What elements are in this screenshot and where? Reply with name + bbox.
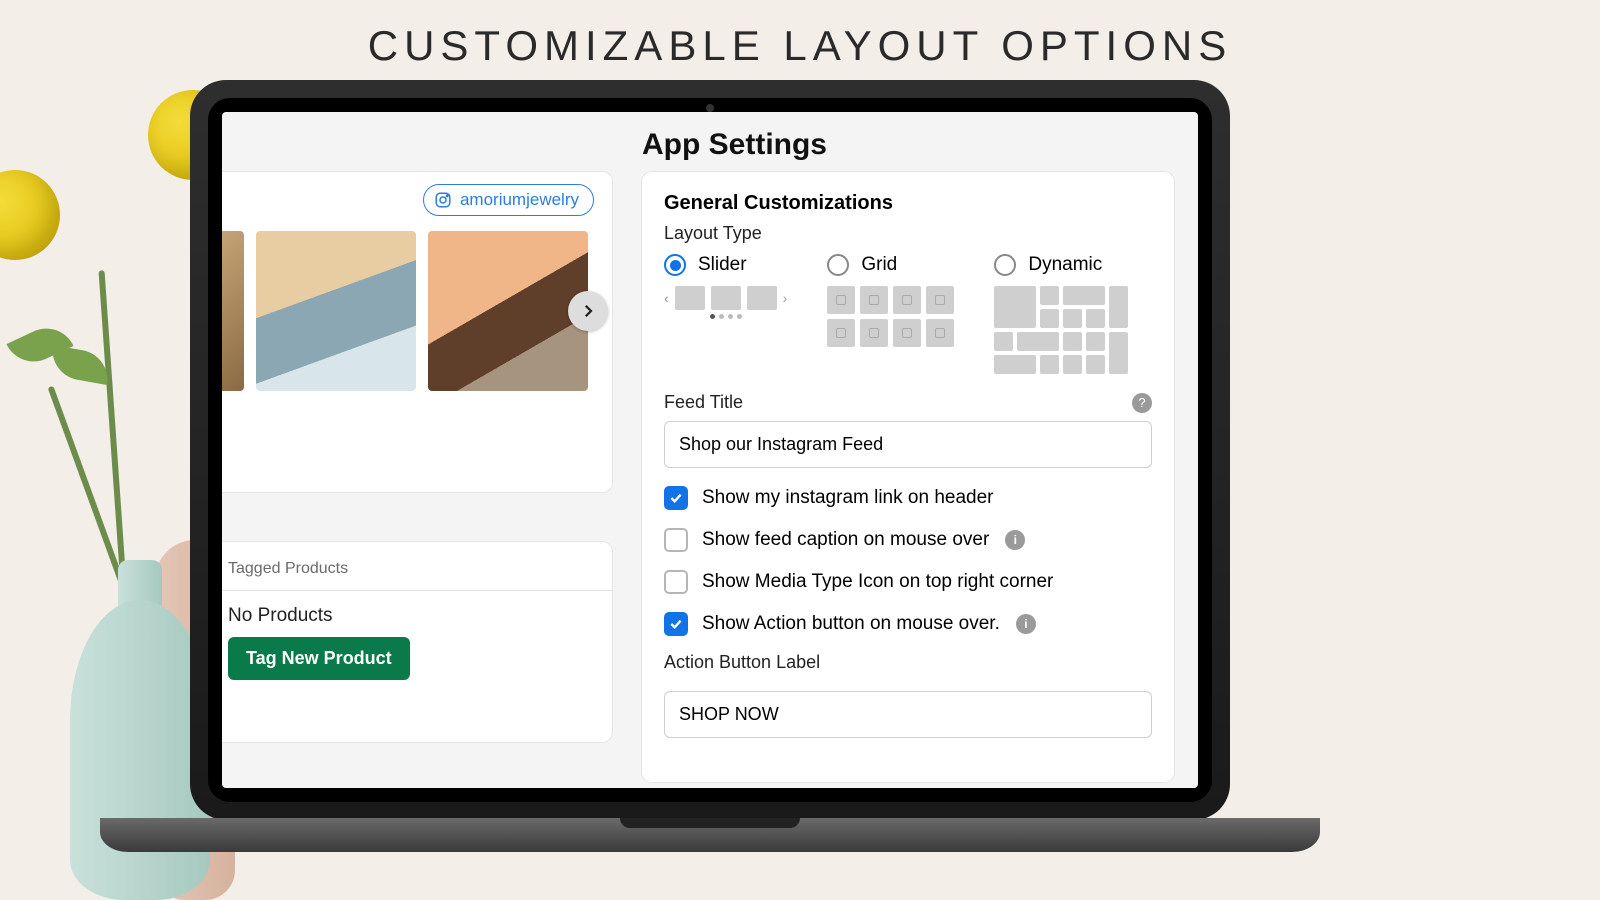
instagram-handle-text: amoriumjewelry [460,190,579,210]
grid-layout-preview [827,286,954,347]
feed-thumbnails [222,226,604,396]
tag-new-product-button[interactable]: Tag New Product [228,637,410,680]
decor-leaf [48,345,112,385]
checkbox-label: Show Media Type Icon on top right corner [702,571,1053,593]
chevron-right-icon [579,302,597,320]
laptop-base [100,818,1320,852]
feed-image[interactable] [256,231,416,391]
slider-layout-preview: ‹› [664,286,787,310]
checkbox-label: Show my instagram link on header [702,487,993,509]
feed-image[interactable] [428,231,588,391]
radio-unselected-icon [994,254,1016,276]
layout-option-slider[interactable]: Slider [664,254,787,276]
camera-dot [706,104,714,112]
laptop-mockup: App Settings amoriumjewelry [190,80,1230,820]
layout-option-label: Grid [861,254,897,276]
layout-option-label: Dynamic [1028,254,1102,276]
checkbox-show-instagram-link[interactable]: Show my instagram link on header [664,486,1152,510]
page-title: App Settings [642,128,827,162]
tagged-products-heading: Tagged Products [228,558,596,590]
decor-flower [0,170,60,260]
tagged-products-panel: Tagged Products No Products Tag New Prod… [222,542,612,742]
checkbox-label: Show feed caption on mouse over [702,529,989,551]
instagram-handle-button[interactable]: amoriumjewelry [423,184,594,216]
feed-title-input[interactable] [664,421,1152,468]
layout-option-label: Slider [698,254,747,276]
section-heading: General Customizations [664,192,1152,215]
action-button-label-heading: Action Button Label [664,652,1152,673]
layout-option-grid[interactable]: Grid [827,254,954,276]
no-products-text: No Products [228,605,596,627]
layout-option-dynamic[interactable]: Dynamic [994,254,1128,276]
checkbox-show-caption[interactable]: Show feed caption on mouse over i [664,528,1152,552]
info-icon[interactable]: i [1005,530,1025,550]
radio-unselected-icon [827,254,849,276]
marketing-headline: CUSTOMIZABLE LAYOUT OPTIONS [0,0,1600,80]
carousel-next-button[interactable] [568,291,608,331]
action-button-label-input[interactable] [664,691,1152,738]
checkbox-unchecked-icon [664,528,688,552]
checkbox-checked-icon [664,486,688,510]
info-icon[interactable]: i [1016,614,1036,634]
help-icon[interactable]: ? [1132,393,1152,413]
feed-preview-panel: amoriumjewelry [222,172,612,492]
checkbox-checked-icon [664,612,688,636]
feed-image[interactable] [222,231,244,391]
checkbox-unchecked-icon [664,570,688,594]
radio-selected-icon [664,254,686,276]
checkbox-show-media-icon[interactable]: Show Media Type Icon on top right corner [664,570,1152,594]
layout-type-label: Layout Type [664,223,1152,244]
settings-panel: General Customizations Layout Type Slide… [642,172,1174,782]
divider [222,590,612,591]
slider-dots-icon [664,314,787,319]
checkbox-label: Show Action button on mouse over. [702,613,1000,635]
dynamic-layout-preview [994,286,1128,374]
checkbox-show-action-button[interactable]: Show Action button on mouse over. i [664,612,1152,636]
feed-title-label: Feed Title [664,392,743,413]
instagram-icon [434,191,452,209]
